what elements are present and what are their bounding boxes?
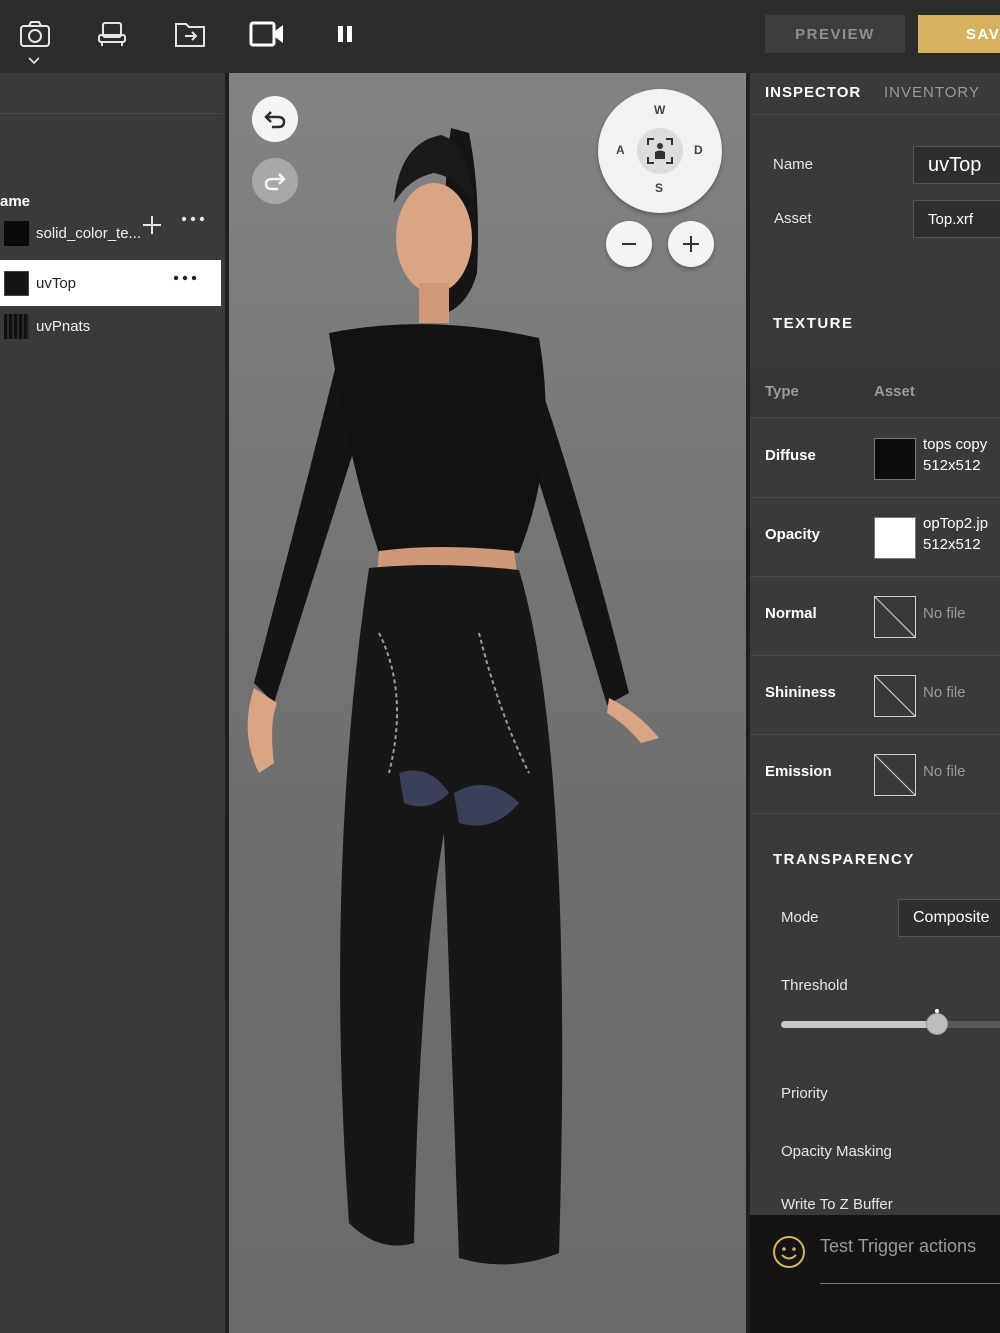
threshold-label: Threshold	[781, 977, 848, 994]
texture-size: 512x512	[923, 536, 981, 553]
texture-type-label: Opacity	[765, 526, 821, 543]
layers-panel: ame solid_color_te... uvTop uvPnats	[0, 73, 225, 1333]
texture-section-title: TEXTURE	[773, 315, 854, 332]
asset-field[interactable]: Top.xrf	[913, 200, 1000, 238]
texture-thumbnail	[4, 313, 29, 339]
empty-texture-icon[interactable]	[874, 675, 916, 717]
compass-d-label[interactable]: D	[694, 143, 703, 157]
texture-row-diffuse[interactable]: Diffuse tops copy 512x512	[750, 419, 1000, 498]
texture-row-emission[interactable]: Emission No file	[750, 735, 1000, 814]
chat-bar: Test Trigger actions	[750, 1215, 1000, 1333]
texture-file-name: tops copy	[923, 436, 988, 453]
texture-type-label: Normal	[765, 605, 817, 622]
priority-label: Priority	[781, 1085, 828, 1102]
preview-button[interactable]: PREVIEW	[765, 15, 905, 53]
undo-button[interactable]	[252, 96, 298, 142]
texture-table-header: Type Asset	[750, 368, 1000, 418]
texture-thumbnail	[4, 220, 29, 246]
empty-texture-icon[interactable]	[874, 596, 916, 638]
video-camera-icon[interactable]	[249, 16, 285, 52]
redo-button[interactable]	[252, 158, 298, 204]
zoom-out-button[interactable]	[606, 221, 652, 267]
list-item-selected[interactable]: uvTop	[0, 260, 221, 306]
texture-thumbnail[interactable]	[874, 438, 916, 480]
write-z-buffer-label: Write To Z Buffer	[781, 1196, 893, 1213]
threshold-slider-handle[interactable]	[926, 1013, 949, 1035]
camera-compass[interactable]: W A D S	[598, 89, 722, 213]
list-item-label: uvPnats	[36, 317, 91, 335]
threshold-slider-fill	[781, 1021, 938, 1028]
undo-icon	[264, 111, 286, 129]
list-item[interactable]: uvPnats	[0, 303, 221, 349]
minus-icon	[622, 243, 636, 245]
mode-label: Mode	[781, 909, 819, 926]
column-header-asset: Asset	[874, 383, 915, 400]
name-input[interactable]: uvTop	[913, 146, 1000, 184]
compass-a-label[interactable]: A	[616, 143, 625, 157]
list-item[interactable]: solid_color_te...	[0, 210, 221, 256]
tab-inventory[interactable]: INVENTORY	[884, 84, 980, 101]
save-button[interactable]: SAV	[918, 15, 1000, 53]
person-focus-icon	[647, 138, 673, 164]
name-label: Name	[773, 156, 814, 173]
3d-viewport[interactable]: W A D S	[229, 73, 746, 1333]
transparency-section-title: TRANSPARENCY	[773, 851, 915, 868]
texture-row-normal[interactable]: Normal No file	[750, 577, 1000, 656]
compass-w-label[interactable]: W	[654, 103, 665, 117]
compass-s-label[interactable]: S	[655, 181, 663, 195]
texture-thumbnail[interactable]	[874, 517, 916, 559]
opacity-masking-label: Opacity Masking	[781, 1143, 892, 1160]
plus-icon	[683, 236, 699, 252]
texture-type-label: Shininess	[765, 684, 836, 701]
asset-label: Asset	[774, 210, 812, 227]
inspector-panel: INSPECTOR INVENTORY Name uvTop Asset Top…	[750, 73, 1000, 1333]
texture-file-name: No file	[923, 684, 966, 701]
texture-file-name: opTop2.jp	[923, 515, 989, 532]
mode-select[interactable]: Composite	[898, 899, 1000, 937]
folder-import-icon[interactable]	[172, 16, 208, 52]
camera-icon[interactable]	[17, 16, 53, 52]
texture-file-name: No file	[923, 605, 966, 622]
texture-row-shininess[interactable]: Shininess No file	[750, 656, 1000, 735]
column-header-type: Type	[765, 383, 799, 400]
texture-size: 512x512	[923, 457, 981, 474]
avatar-model[interactable]	[229, 73, 746, 1333]
furniture-icon[interactable]	[94, 16, 130, 52]
tab-inspector[interactable]: INSPECTOR	[765, 84, 861, 101]
column-header: ame	[0, 193, 31, 210]
chat-input-underline	[820, 1283, 1000, 1284]
inspector-tabs: INSPECTOR INVENTORY	[750, 73, 1000, 115]
panel-divider	[0, 113, 222, 114]
texture-file-name: No file	[923, 763, 966, 780]
texture-type-label: Diffuse	[765, 447, 816, 464]
redo-icon	[264, 173, 286, 191]
emoji-icon[interactable]	[772, 1235, 806, 1269]
texture-thumbnail	[4, 270, 29, 296]
list-item-label: solid_color_te...	[36, 224, 142, 242]
more-options-icon[interactable]	[173, 274, 197, 282]
chat-input[interactable]: Test Trigger actions	[820, 1236, 976, 1257]
texture-row-opacity[interactable]: Opacity opTop2.jp 512x512	[750, 498, 1000, 577]
chevron-down-icon[interactable]	[27, 56, 41, 66]
texture-type-label: Emission	[765, 763, 832, 780]
recenter-button[interactable]	[637, 128, 683, 174]
list-item-label: uvTop	[36, 274, 77, 292]
zoom-in-button[interactable]	[668, 221, 714, 267]
top-toolbar: PREVIEW SAV	[0, 0, 1000, 73]
pause-icon[interactable]	[327, 16, 363, 52]
empty-texture-icon[interactable]	[874, 754, 916, 796]
